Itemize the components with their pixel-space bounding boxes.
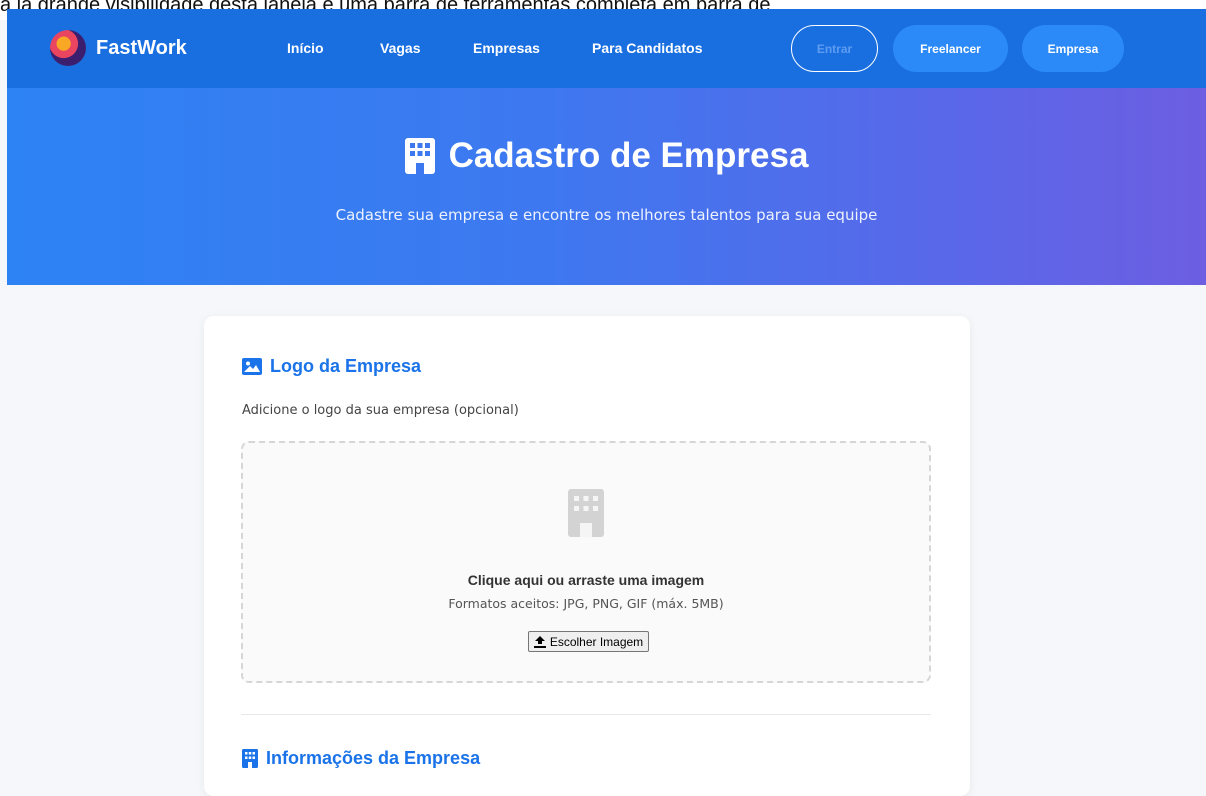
- logo-section-title-text: Logo da Empresa: [270, 356, 422, 376]
- dropzone-title: Clique aqui ou arraste uma imagem: [467, 572, 705, 588]
- nav-link-vagas[interactable]: Vagas: [380, 40, 420, 56]
- logo-section-description: Adicione o logo da sua empresa (opcional…: [242, 403, 519, 418]
- navbar: FastWork Início Vagas Empresas Para Cand…: [7, 9, 1206, 88]
- freelancer-button[interactable]: Freelancer: [893, 25, 1008, 72]
- upload-icon: [533, 635, 546, 648]
- dropzone-formats: Formatos aceitos: JPG, PNG, GIF (máx. 5M…: [448, 596, 724, 611]
- building-icon: [242, 749, 258, 768]
- brand[interactable]: FastWork: [50, 29, 187, 67]
- form-card: Logo da Empresa Adicione o logo da sua e…: [204, 316, 970, 796]
- section-divider: [241, 714, 931, 715]
- building-icon: [404, 138, 435, 174]
- page-title: Cadastro de Empresa: [7, 136, 1206, 176]
- company-button[interactable]: Empresa: [1022, 25, 1124, 72]
- brand-logo-icon: [50, 30, 86, 66]
- info-section-title: Informações da Empresa: [242, 748, 480, 769]
- nav-link-inicio[interactable]: Início: [287, 40, 324, 56]
- choose-image-button[interactable]: Escolher Imagem: [528, 631, 649, 652]
- page-subtitle: Cadastre sua empresa e encontre os melho…: [335, 206, 878, 224]
- building-placeholder-icon: [568, 489, 604, 537]
- choose-image-label: Escolher Imagem: [549, 634, 644, 649]
- page-title-text: Cadastro de Empresa: [448, 136, 809, 175]
- brand-name: FastWork: [96, 36, 187, 59]
- hero-banner: Cadastro de Empresa Cadastre sua empresa…: [7, 88, 1206, 285]
- nav-link-empresas[interactable]: Empresas: [473, 40, 540, 56]
- logo-dropzone[interactable]: Clique aqui ou arraste uma imagem Format…: [241, 441, 931, 683]
- logo-section-title: Logo da Empresa: [242, 356, 421, 377]
- nav-link-para-candidatos[interactable]: Para Candidatos: [592, 40, 702, 56]
- info-section-title-text: Informações da Empresa: [266, 748, 481, 768]
- login-button[interactable]: Entrar: [791, 25, 878, 72]
- image-icon: [242, 358, 262, 375]
